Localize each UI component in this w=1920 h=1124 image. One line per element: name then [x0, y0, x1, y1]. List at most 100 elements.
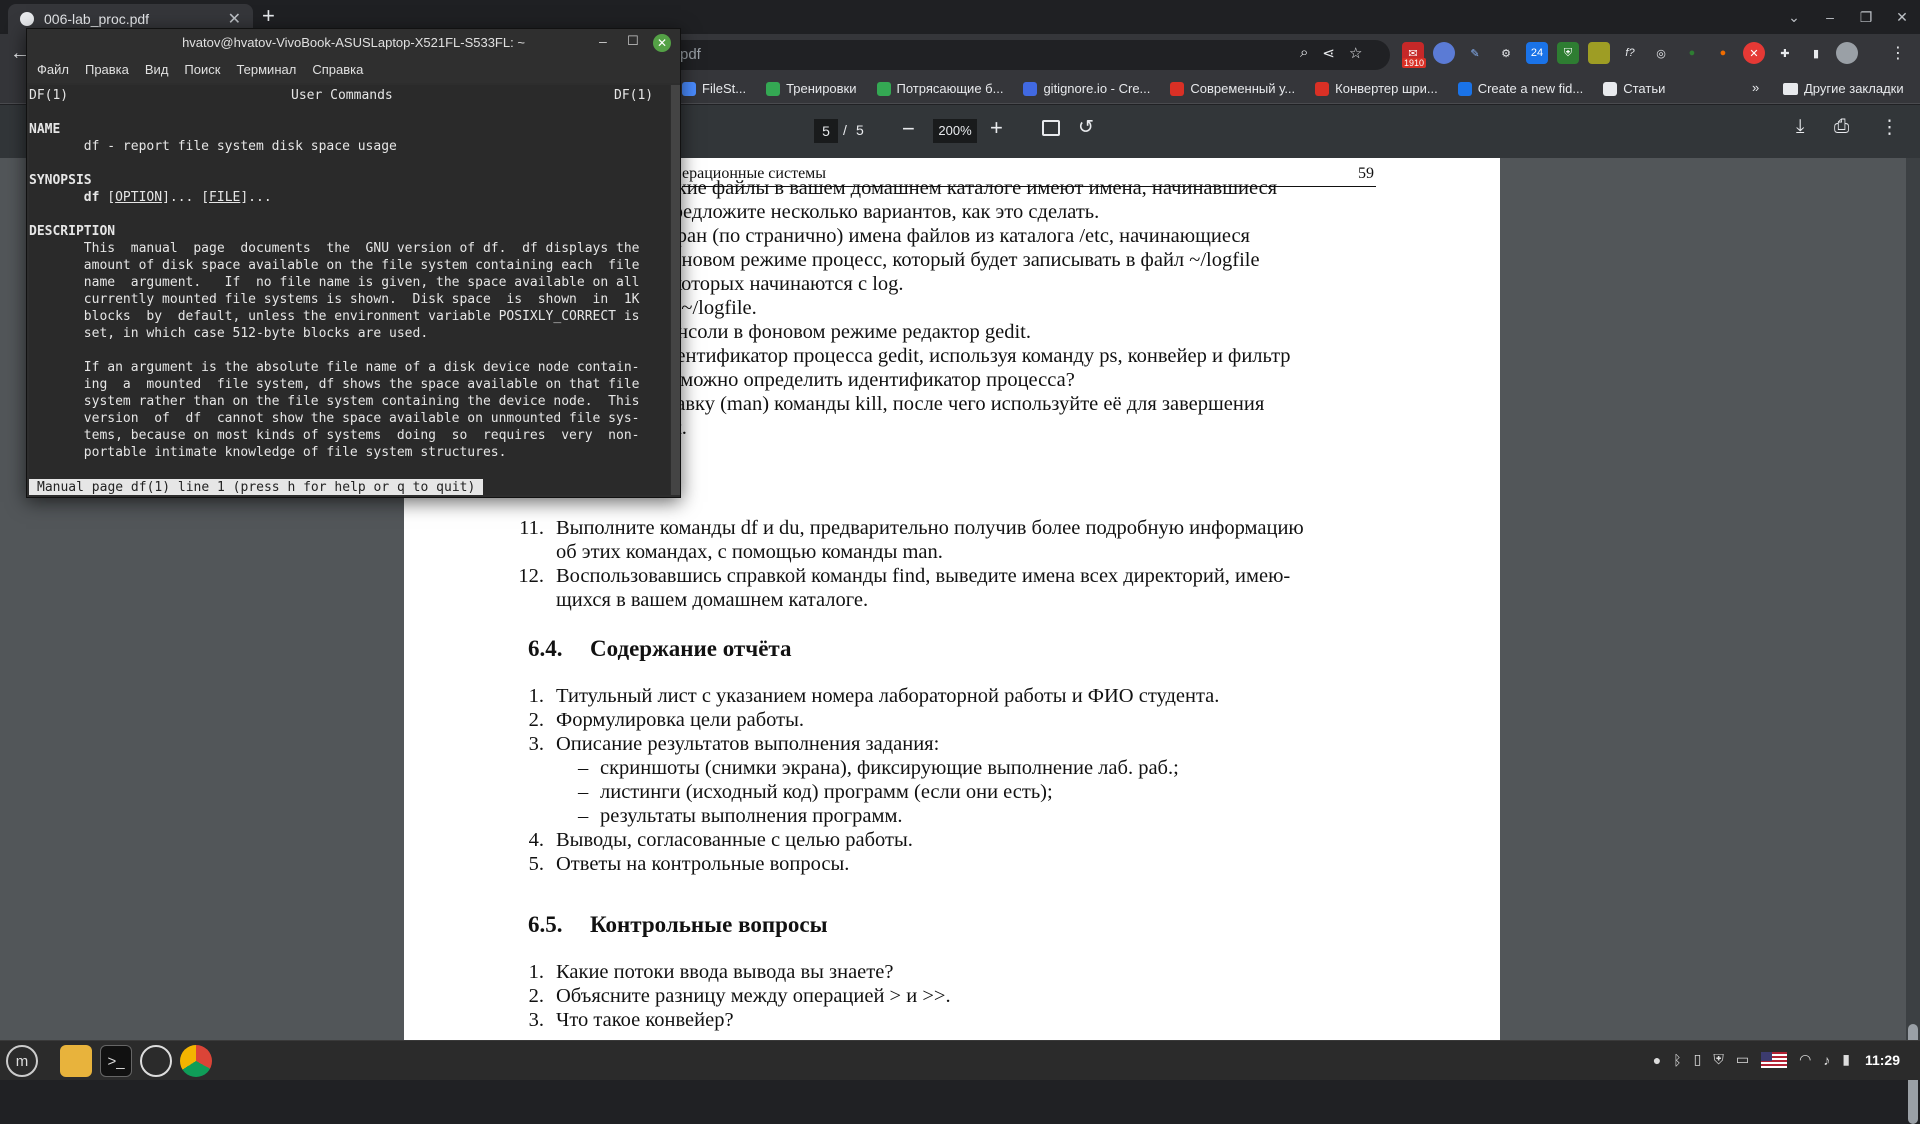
- rotate-icon[interactable]: ↺: [1078, 116, 1094, 139]
- terminal-maximize-button[interactable]: ☐: [627, 33, 639, 49]
- update-icon[interactable]: ⛨: [1713, 1051, 1724, 1068]
- mail-extension-icon[interactable]: ✉ 1910: [1402, 42, 1427, 68]
- man-name-text: df - report file system disk space usage: [29, 139, 397, 154]
- calendar-extension-icon[interactable]: 24: [1526, 42, 1548, 64]
- bookmark-item[interactable]: Конвертер шри...: [1315, 81, 1438, 96]
- section-6-4-title: Содержание отчёта: [590, 636, 792, 661]
- bookmark-item[interactable]: Потрясающие б...: [876, 81, 1003, 96]
- running-page-number: 59: [1358, 165, 1374, 182]
- window-controls: ⌄ – ❐ ✕: [1776, 0, 1920, 34]
- chrome-app-icon[interactable]: [180, 1045, 212, 1077]
- terminal-app-icon[interactable]: >_: [100, 1045, 132, 1077]
- chevron-down-icon[interactable]: ⌄: [1776, 0, 1812, 34]
- shield-extension-icon[interactable]: ⛨: [1557, 42, 1579, 64]
- terminal-menu-list: Файл Правка Вид Поиск Терминал Справка: [37, 62, 363, 77]
- us-flag-icon[interactable]: [1761, 1051, 1788, 1068]
- task-text-line: какие файлы в вашем домашнем каталоге им…: [658, 177, 1278, 199]
- report-item-number: 3.: [528, 733, 544, 755]
- more-vert-icon[interactable]: ⋮: [1880, 116, 1899, 139]
- terminal-minimize-button[interactable]: –: [599, 33, 607, 49]
- bookmarks-overflow[interactable]: »: [1752, 80, 1759, 95]
- report-subitem-text: результаты выполнения программ.: [600, 805, 903, 827]
- zoom-level-input[interactable]: 200%: [933, 119, 977, 143]
- report-item-number: 1.: [528, 685, 544, 707]
- circle-extension-icon[interactable]: [1433, 42, 1455, 64]
- terminal-menu-item[interactable]: Терминал: [236, 62, 296, 77]
- report-subitem-text: скриншоты (снимки экрана), фиксирующие в…: [600, 757, 1179, 779]
- report-item-number: 4.: [528, 829, 544, 851]
- task-11-number: 11.: [519, 517, 544, 539]
- terminal-window[interactable]: hvatov@hvatov-VivoBook-ASUSLaptop-X521FL…: [26, 28, 681, 498]
- pen-extension-icon[interactable]: ✎: [1464, 42, 1486, 64]
- terminal-menu-item[interactable]: Справка: [312, 62, 363, 77]
- address-bar[interactable]: pdf: [640, 40, 1390, 70]
- drive-icon[interactable]: ▭: [1736, 1051, 1749, 1068]
- zoom-in-button[interactable]: +: [990, 115, 1003, 141]
- man-header-center: User Commands: [291, 88, 393, 103]
- target-extension-icon[interactable]: ◎: [1650, 42, 1672, 64]
- fox-extension-icon[interactable]: ●: [1712, 42, 1734, 64]
- zoom-icon[interactable]: ⌕: [1300, 44, 1308, 62]
- terminal-menu-item[interactable]: Поиск: [184, 62, 220, 77]
- terminal-output[interactable]: DF(1) User Commands DF(1) NAME df - repo…: [29, 85, 670, 495]
- zoom-out-button[interactable]: −: [902, 116, 915, 142]
- wifi-icon[interactable]: ◠: [1799, 1051, 1811, 1068]
- more-vert-icon[interactable]: ⋮: [1890, 43, 1906, 63]
- evernote-extension-icon[interactable]: ●: [1681, 42, 1703, 64]
- maximize-button[interactable]: ❐: [1848, 0, 1884, 34]
- bookmark-label: Современный у...: [1190, 81, 1296, 96]
- terminal-menu-item[interactable]: Файл: [37, 62, 69, 77]
- fit-page-icon[interactable]: [1042, 120, 1060, 136]
- task-11-line2: об этих командах, с помощью команды man.: [556, 541, 943, 563]
- terminal-scrollbar[interactable]: [671, 85, 680, 495]
- pdf-scrollbar[interactable]: [1906, 158, 1920, 1124]
- terminal-close-button[interactable]: ✕: [653, 34, 671, 52]
- bookmark-item[interactable]: Тренировки: [766, 81, 857, 96]
- obs-app-icon[interactable]: [140, 1045, 172, 1077]
- clipboard-icon[interactable]: ▯: [1694, 1051, 1702, 1068]
- gear-extension-icon[interactable]: ⚙: [1495, 42, 1517, 64]
- sidepanel-icon[interactable]: ▮: [1805, 42, 1827, 64]
- volume-icon[interactable]: ♪: [1823, 1052, 1830, 1068]
- bookmark-item[interactable]: gitignore.io - Cre...: [1023, 81, 1150, 96]
- close-tab-icon[interactable]: ✕: [228, 9, 241, 29]
- block-extension-icon[interactable]: ✕: [1743, 42, 1765, 64]
- page-number-input[interactable]: 5: [814, 119, 838, 143]
- other-bookmarks[interactable]: Другие закладки: [1783, 81, 1904, 96]
- bookmark-label: Статьи: [1623, 81, 1666, 96]
- terminal-menu-item[interactable]: Вид: [145, 62, 169, 77]
- bluetooth-icon[interactable]: ᛒ: [1673, 1052, 1681, 1068]
- avatar[interactable]: [1836, 42, 1858, 64]
- bookmark-item[interactable]: Современный у...: [1170, 81, 1295, 96]
- puzzle-icon[interactable]: ✚: [1774, 42, 1796, 64]
- task-text-line: равку (man) команды kill, после чего исп…: [666, 393, 1265, 415]
- synopsis-command: df: [83, 190, 100, 205]
- man-description-line: This manual page documents the GNU versi…: [29, 241, 640, 256]
- task-text-line: дентификатор процесса gedit, используя к…: [666, 345, 1291, 367]
- bullet-dash: –: [578, 781, 589, 803]
- mint-menu-icon[interactable]: m: [6, 1045, 38, 1077]
- bookmark-item[interactable]: Create a new fid...: [1457, 81, 1583, 96]
- share-icon[interactable]: ⋖: [1322, 44, 1335, 62]
- clock[interactable]: 11:29: [1865, 1052, 1900, 1068]
- task-text-line: а которых начинаются с log.: [658, 273, 904, 295]
- bullet-dash: –: [578, 805, 589, 827]
- card-extension-icon[interactable]: [1588, 42, 1610, 64]
- print-icon[interactable]: ⎙: [1834, 116, 1849, 138]
- terminal-menu-item[interactable]: Правка: [85, 62, 129, 77]
- question-text: Объясните разницу между операцией > и >>…: [556, 985, 951, 1007]
- battery-icon[interactable]: ▮: [1842, 1051, 1850, 1068]
- page-total: 5: [856, 122, 864, 138]
- man-description-line: If an argument is the absolute file name…: [29, 360, 640, 375]
- download-icon[interactable]: ⤓: [1796, 116, 1804, 138]
- close-window-button[interactable]: ✕: [1884, 0, 1920, 34]
- files-app-icon[interactable]: [60, 1045, 92, 1077]
- star-icon[interactable]: ☆: [1349, 44, 1362, 62]
- minimize-button[interactable]: –: [1812, 0, 1848, 34]
- bookmark-favicon-icon: [1023, 81, 1038, 96]
- obs-tray-icon[interactable]: ●: [1653, 1052, 1661, 1068]
- formula-extension-icon[interactable]: f?: [1619, 42, 1641, 64]
- new-tab-button[interactable]: +: [262, 3, 275, 29]
- bookmark-item[interactable]: Статьи: [1603, 81, 1665, 96]
- bookmark-item[interactable]: FileSt...: [682, 81, 746, 96]
